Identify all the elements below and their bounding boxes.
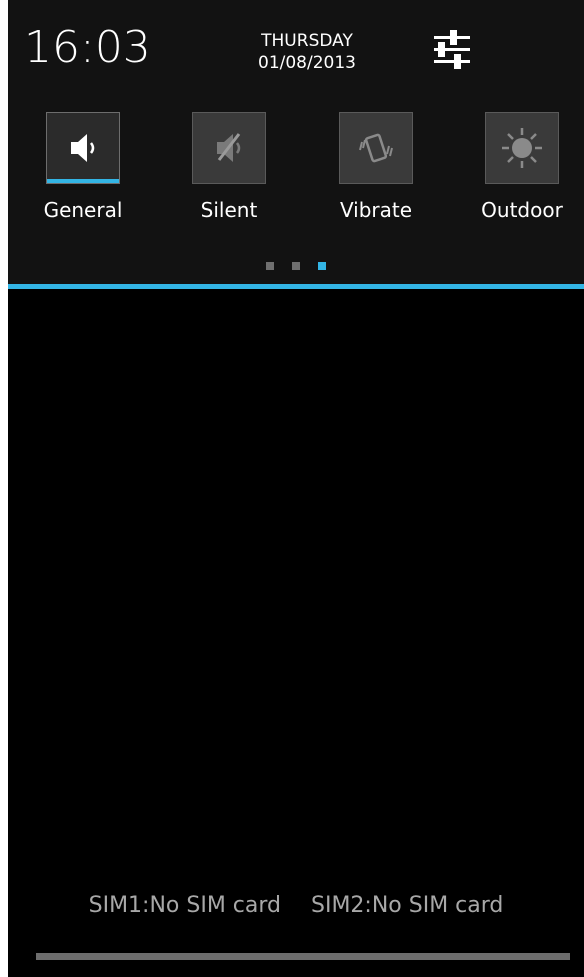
- sim1-status: SIM1:No SIM card: [88, 893, 281, 918]
- vibrate-phone-icon: [359, 133, 393, 163]
- shade-drag-handle[interactable]: [36, 953, 570, 960]
- sim-status-bar: SIM1:No SIM card SIM2:No SIM card: [8, 893, 584, 918]
- profile-vibrate[interactable]: Vibrate: [316, 112, 436, 232]
- audio-profile-list: General Silent Vibrate Outdoor: [8, 112, 584, 232]
- page-dot[interactable]: [292, 262, 300, 270]
- date-display[interactable]: THURSDAY 01/08/2013: [258, 30, 356, 74]
- notification-shade: 16:03 THURSDAY 01/08/2013 General Silent…: [0, 0, 584, 977]
- quick-settings-sliders-icon: [434, 30, 470, 69]
- sim2-status: SIM2:No SIM card: [311, 893, 504, 918]
- quick-panel: 16:03 THURSDAY 01/08/2013 General Silent…: [8, 0, 584, 286]
- profile-label: Outdoor: [481, 198, 563, 222]
- sun-icon: [502, 128, 542, 168]
- page-indicator: [8, 262, 584, 270]
- profile-label: General: [43, 198, 123, 222]
- profile-silent[interactable]: Silent: [169, 112, 289, 232]
- divider: [8, 284, 584, 289]
- profile-label: Silent: [200, 198, 258, 222]
- profile-label: Vibrate: [339, 198, 413, 222]
- profile-general-tile: [46, 112, 120, 184]
- profile-general[interactable]: General: [23, 112, 143, 232]
- active-indicator: [47, 179, 119, 183]
- page-dot[interactable]: [266, 262, 274, 270]
- speaker-icon: [71, 134, 95, 162]
- profile-outdoor-tile: [485, 112, 559, 184]
- profile-vibrate-tile: [339, 112, 413, 184]
- page-dot-active[interactable]: [318, 262, 326, 270]
- screen-edge: [0, 0, 8, 977]
- day-of-week: THURSDAY: [261, 31, 353, 51]
- quick-settings-button[interactable]: [428, 26, 476, 74]
- clock[interactable]: 16:03: [24, 22, 151, 73]
- profile-silent-tile: [192, 112, 266, 184]
- date: 01/08/2013: [258, 53, 356, 73]
- speaker-muted-icon: [217, 133, 241, 162]
- profile-outdoor[interactable]: Outdoor: [462, 112, 582, 232]
